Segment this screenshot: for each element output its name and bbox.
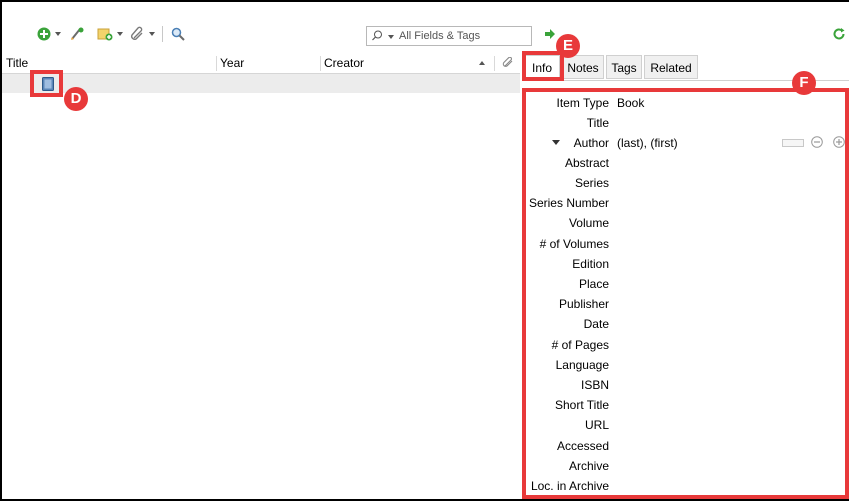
highlight-box-info-panel: [522, 88, 849, 499]
search-icon: [372, 30, 383, 44]
annotation-marker-d: D: [64, 87, 88, 111]
new-note-icon[interactable]: [97, 26, 113, 42]
column-header-title[interactable]: Title: [6, 56, 28, 70]
advanced-search-icon[interactable]: [170, 26, 186, 42]
annotation-marker-e: E: [556, 34, 580, 58]
search-input[interactable]: [399, 28, 527, 44]
sync-icon[interactable]: [831, 26, 847, 42]
add-by-identifier-icon[interactable]: [69, 26, 85, 42]
column-separator[interactable]: [494, 56, 495, 71]
column-header-year[interactable]: Year: [220, 56, 244, 70]
new-note-dropdown-icon[interactable]: [117, 32, 123, 36]
add-attachment-dropdown-icon[interactable]: [149, 32, 155, 36]
locate-icon[interactable]: [542, 26, 558, 42]
attachment-column-icon[interactable]: [502, 56, 514, 72]
tab-related[interactable]: Related: [644, 55, 698, 79]
item-list-header: Title Year Creator: [2, 54, 520, 74]
annotation-marker-f: F: [792, 71, 816, 95]
highlight-box-item-icon: [30, 70, 63, 97]
column-separator[interactable]: [216, 56, 217, 71]
search-mode-dropdown-icon[interactable]: [388, 35, 394, 39]
search-field[interactable]: [366, 26, 532, 46]
add-attachment-icon[interactable]: [129, 26, 145, 42]
sort-ascending-icon[interactable]: [479, 61, 485, 65]
tab-tags[interactable]: Tags: [606, 55, 642, 79]
column-separator[interactable]: [320, 56, 321, 71]
column-header-creator[interactable]: Creator: [324, 56, 364, 70]
new-item-dropdown-icon[interactable]: [55, 32, 61, 36]
toolbar-separator: [162, 26, 163, 42]
tab-notes[interactable]: Notes: [562, 55, 604, 79]
toolbar: [2, 2, 849, 54]
new-item-icon[interactable]: [36, 26, 52, 42]
highlight-box-info-tab: [522, 51, 564, 81]
